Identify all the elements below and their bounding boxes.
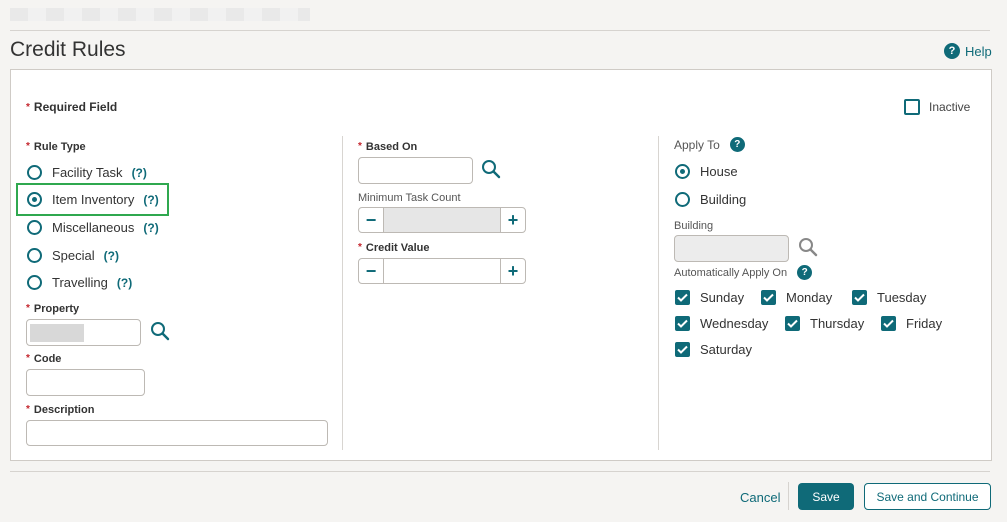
inactive-label: Inactive (929, 100, 971, 114)
checkmark-icon[interactable] (785, 316, 800, 331)
footer-divider (10, 471, 990, 472)
checkbox-label: Saturday (700, 342, 753, 357)
radio-travelling[interactable]: Travelling (?) (27, 275, 132, 290)
based-on-input[interactable] (358, 157, 473, 184)
checkbox-label: Tuesday (877, 290, 927, 305)
radio-special[interactable]: Special (?) (27, 248, 119, 263)
minimum-task-count-label: Minimum Task Count (358, 192, 461, 204)
help-icon: ? (944, 43, 960, 59)
minimum-task-count-stepper: − + (358, 207, 526, 233)
help-hint-link[interactable]: (?) (143, 221, 158, 235)
radio-button[interactable] (675, 192, 690, 207)
radio-miscellaneous[interactable]: Miscellaneous (?) (27, 220, 159, 235)
based-on-label: * Based On (358, 141, 418, 153)
column-divider (342, 136, 343, 450)
rule-type-label: * Rule Type (26, 141, 86, 153)
credit-value-stepper: − + (358, 258, 526, 284)
auto-apply-header: Automatically Apply On ? (674, 265, 813, 280)
decrement-button[interactable]: − (359, 208, 383, 232)
radio-label: Special (52, 248, 95, 263)
page-title: Credit Rules (10, 38, 126, 61)
radio-label: Travelling (52, 275, 108, 290)
radio-facility-task[interactable]: Facility Task (?) (27, 165, 147, 180)
property-value (30, 324, 84, 342)
help-hint-link[interactable]: (?) (104, 249, 119, 263)
checkbox-label: Sunday (700, 290, 745, 305)
building-label: Building (674, 220, 714, 232)
help-link[interactable]: ? Help (944, 43, 992, 59)
footer-separator (788, 482, 789, 510)
based-on-search-icon[interactable] (481, 159, 501, 179)
radio-button[interactable] (27, 192, 42, 207)
checkmark-icon[interactable] (852, 290, 867, 305)
help-hint-link[interactable]: (?) (143, 193, 158, 207)
checkbox-monday[interactable]: Monday (761, 290, 832, 305)
column-divider (658, 136, 659, 450)
description-label: * Description (26, 404, 95, 416)
save-and-continue-button[interactable]: Save and Continue (864, 483, 991, 510)
credit-value-input[interactable] (383, 259, 501, 283)
radio-label: Facility Task (52, 165, 123, 180)
checkmark-icon[interactable] (675, 290, 690, 305)
building-input[interactable] (674, 235, 789, 262)
checkmark-icon[interactable] (675, 342, 690, 357)
minimum-task-count-input[interactable] (383, 208, 501, 232)
checkbox-label: Monday (786, 290, 833, 305)
auto-apply-label: Automatically Apply On (674, 266, 788, 279)
checkbox-box[interactable] (904, 99, 920, 115)
code-label: * Code (26, 353, 62, 365)
required-field-note: * Required Field (26, 100, 118, 114)
increment-button[interactable]: + (501, 208, 525, 232)
checkbox-friday[interactable]: Friday (881, 316, 942, 331)
checkmark-icon[interactable] (675, 316, 690, 331)
apply-to-label: Apply To (674, 137, 720, 152)
apply-to-header: Apply To ? (674, 137, 745, 152)
radio-button[interactable] (27, 275, 42, 290)
radio-button[interactable] (675, 164, 690, 179)
radio-label: Building (700, 192, 747, 207)
property-search-icon[interactable] (150, 321, 170, 341)
inactive-checkbox[interactable]: Inactive (904, 99, 970, 115)
checkbox-thursday[interactable]: Thursday (785, 316, 864, 331)
checkbox-sunday[interactable]: Sunday (675, 290, 744, 305)
radio-label: Miscellaneous (52, 220, 135, 235)
checkbox-label: Wednesday (700, 316, 769, 331)
save-button[interactable]: Save (798, 483, 854, 510)
radio-button[interactable] (27, 248, 42, 263)
info-icon[interactable]: ? (797, 265, 813, 280)
property-label: * Property (26, 303, 80, 315)
radio-label: Item Inventory (52, 192, 135, 207)
help-hint-link[interactable]: (?) (117, 276, 132, 290)
checkmark-icon[interactable] (761, 290, 776, 305)
checkmark-icon[interactable] (881, 316, 896, 331)
radio-house[interactable]: House (675, 164, 738, 179)
description-input[interactable] (26, 420, 328, 446)
checkbox-label: Thursday (810, 316, 865, 331)
checkbox-saturday[interactable]: Saturday (675, 342, 752, 357)
help-label: Help (965, 43, 992, 59)
radio-item-inventory[interactable]: Item Inventory (?) (27, 192, 159, 207)
radio-building[interactable]: Building (675, 192, 746, 207)
credit-value-label: * Credit Value (358, 242, 430, 254)
checkbox-label: Friday (906, 316, 943, 331)
property-input[interactable] (26, 319, 141, 346)
radio-button[interactable] (27, 220, 42, 235)
radio-label: House (700, 164, 738, 179)
decrement-button[interactable]: − (359, 259, 383, 283)
cancel-button[interactable]: Cancel (740, 490, 780, 505)
checkbox-tuesday[interactable]: Tuesday (852, 290, 926, 305)
radio-button[interactable] (27, 165, 42, 180)
breadcrumb (10, 8, 310, 21)
building-search-icon[interactable] (798, 237, 818, 257)
checkbox-wednesday[interactable]: Wednesday (675, 316, 768, 331)
top-divider (10, 30, 990, 31)
code-input[interactable] (26, 369, 145, 396)
help-hint-link[interactable]: (?) (132, 166, 147, 180)
increment-button[interactable]: + (501, 259, 525, 283)
info-icon[interactable]: ? (729, 137, 745, 152)
